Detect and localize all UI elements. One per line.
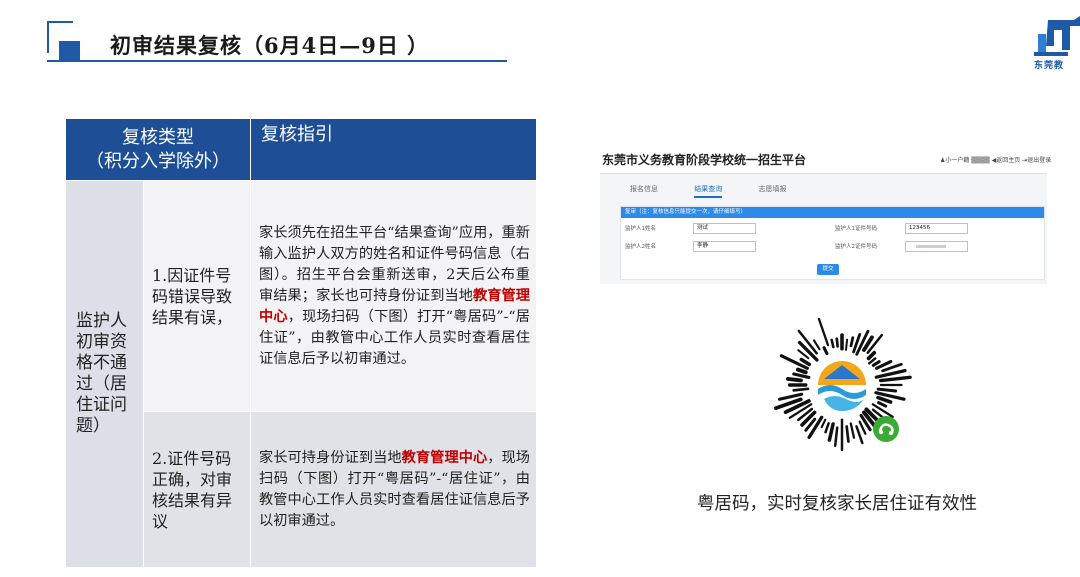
case-cell-2: 2.证件号码正确，对审核结果有异议: [143, 411, 251, 568]
enrollment-portal-screenshot: 东莞市义务教育阶段学校统一招生平台 ♟小一户籍 ▒▒▒▒ ◀返回主页 ⇥退出登录…: [600, 147, 1051, 284]
tab-result-query[interactable]: 结果查询: [694, 185, 723, 198]
guardian1-name-input[interactable]: 测试: [693, 223, 756, 234]
tab-registration-info[interactable]: 报名信息: [630, 185, 658, 193]
case-cell-1: 1.因证件号码错误导致结果有误，: [143, 180, 251, 412]
guardian2-id-input[interactable]: [905, 241, 968, 252]
header-decoration-icon: [47, 21, 81, 61]
guardian1-name-label: 监护人1姓名: [625, 226, 656, 232]
tab-preference[interactable]: 志愿填报: [758, 185, 786, 193]
page-title: 初审结果复核（6月4日—9日 ）: [110, 33, 430, 58]
submit-button[interactable]: 提交: [817, 264, 839, 275]
guardian1-id-label: 监护人1证件号码: [835, 226, 877, 232]
yuejuma-qr-code-icon: [774, 317, 912, 452]
guardian2-name-label: 监护人2姓名: [625, 244, 656, 250]
guide-cell-2: 家长可持身份证到当地教育管理中心，现场扫码（下图）打开“粤居码”-“居住证”，由…: [250, 411, 537, 568]
guardian2-name-input[interactable]: 李静: [693, 241, 756, 252]
review-form: 复审（注：复核信息只能提交一次，请仔细填写） 监护人1姓名 测试 监护人1证件号…: [620, 206, 1045, 280]
portal-user-info: ♟小一户籍 ▒▒▒▒ ◀返回主页 ⇥退出登录: [940, 157, 1052, 164]
portal-tabs: 报名信息 结果查询 志愿填报: [630, 184, 820, 198]
column-header-review-type: 复核类型 （积分入学除外）: [65, 118, 251, 181]
review-category-cell: 监护人初审资格不通过（居住证问题）: [65, 180, 144, 568]
header-divider: [47, 60, 507, 62]
review-guide-table: 复核类型 （积分入学除外） 复核指引 监护人初审资格不通过（居住证问题） 1.因…: [65, 118, 537, 568]
guide-cell-1: 家长须先在招生平台“结果查询”应用，重新输入监护人双方的姓名和证件号码信息（右图…: [250, 180, 537, 412]
qr-caption: 粤居码，实时复核家长居住证有效性: [697, 494, 977, 514]
highlight-education-center: 教育管理中心: [401, 449, 488, 466]
form-notice-bar: 复审（注：复核信息只能提交一次，请仔细填写）: [621, 207, 1044, 218]
logo-text: 东莞教: [1034, 61, 1065, 71]
guardian1-id-input[interactable]: 123456: [905, 223, 968, 234]
portal-title: 东莞市义务教育阶段学校统一招生平台: [602, 153, 807, 167]
guardian2-id-label: 监护人2证件号码: [835, 244, 877, 250]
column-header-review-guide: 复核指引: [250, 118, 537, 181]
